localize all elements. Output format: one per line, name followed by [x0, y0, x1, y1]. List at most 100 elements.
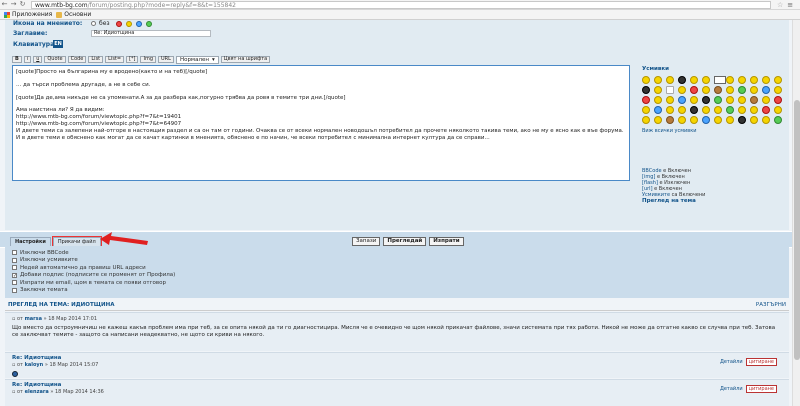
checkbox[interactable]	[12, 257, 17, 263]
smiley-icon[interactable]	[726, 96, 734, 104]
smiley-icon[interactable]	[654, 116, 662, 124]
icon-option-2[interactable]	[125, 20, 132, 27]
font-color-button[interactable]: Цвят на шрифта	[220, 56, 271, 63]
smiley-icon[interactable]	[690, 86, 698, 94]
smiley-icon[interactable]	[750, 116, 758, 124]
smiley-icon[interactable]	[714, 96, 722, 104]
subject-input[interactable]: Re: Идиотщина	[91, 30, 211, 37]
list-item-button[interactable]: [*]	[126, 56, 139, 63]
smiley-icon[interactable]	[762, 96, 770, 104]
smiley-icon[interactable]	[750, 76, 758, 84]
font-size-select[interactable]: Нормален ▾	[175, 56, 219, 64]
smiley-icon[interactable]	[642, 86, 650, 94]
option-row[interactable]: Недей автоматично да правиш URL адреси	[12, 264, 782, 272]
smiley-icon[interactable]	[738, 86, 746, 94]
bold-button[interactable]: B	[12, 56, 22, 63]
option-row[interactable]: Заключи темата	[12, 287, 782, 295]
smiley-icon[interactable]	[678, 116, 686, 124]
img-button[interactable]: Img	[140, 56, 157, 63]
url-button[interactable]: URL	[158, 56, 174, 63]
smiley-icon[interactable]	[690, 96, 698, 104]
scrollbar-thumb[interactable]	[794, 100, 800, 360]
code-button[interactable]: Code	[67, 56, 87, 63]
smiley-icon[interactable]	[678, 86, 686, 94]
smiley-icon[interactable]	[774, 86, 782, 94]
smiley-icon[interactable]	[654, 86, 662, 94]
smiley-icon[interactable]	[714, 116, 722, 124]
option-row[interactable]: Изпрати ми email, щом в темата се появи …	[12, 279, 782, 287]
smiley-icon[interactable]	[762, 76, 770, 84]
page-scrollbar[interactable]	[792, 20, 800, 406]
preview-button[interactable]: Прегледай	[383, 237, 427, 246]
quote-post-button[interactable]: цитиране	[745, 385, 777, 393]
quote-post-button[interactable]: цитиране	[745, 358, 777, 366]
smiley-icon[interactable]	[750, 86, 758, 94]
checkbox[interactable]	[12, 287, 17, 293]
smiley-icon[interactable]	[738, 116, 746, 124]
message-textarea[interactable]: [quote]Просто на българина му е вродено(…	[12, 65, 630, 181]
smiley-sign-icon[interactable]	[714, 76, 726, 84]
icon-option-3[interactable]	[135, 20, 142, 27]
smiley-icon[interactable]	[714, 86, 722, 94]
smiley-icon[interactable]	[774, 96, 782, 104]
checkbox-checked[interactable]: ✓	[12, 272, 17, 278]
option-row[interactable]: Изключи BBCode	[12, 249, 782, 257]
smiley-icon[interactable]	[642, 106, 650, 114]
smiley-icon[interactable]	[762, 86, 770, 94]
smiley-icon[interactable]	[726, 76, 734, 84]
smiley-icon[interactable]	[666, 116, 674, 124]
bookmark-star-icon[interactable]: ☆	[777, 1, 783, 9]
smiley-icon[interactable]	[666, 76, 674, 84]
preview-topic-link[interactable]: Преглед на тема	[642, 198, 696, 204]
expand-review-link[interactable]: РАЗГЪРНИ	[756, 302, 786, 310]
smiley-icon[interactable]	[666, 86, 674, 94]
option-row[interactable]: Изключи усмивките	[12, 257, 782, 265]
smiley-icon[interactable]	[738, 106, 746, 114]
smiley-icon[interactable]	[654, 106, 662, 114]
save-draft-button[interactable]: Запази	[352, 237, 381, 246]
tab-attach-file[interactable]: Прикачи файл	[51, 236, 102, 247]
details-link[interactable]: Детайли	[720, 386, 743, 392]
smiley-icon[interactable]	[690, 106, 698, 114]
smiley-icon[interactable]	[726, 86, 734, 94]
url-input[interactable]: www.mtb-bg.com/forum/posting.php?mode=re…	[31, 0, 771, 9]
underline-button[interactable]: u	[33, 56, 43, 63]
checkbox[interactable]	[12, 265, 17, 271]
icon-radio[interactable]	[91, 21, 96, 26]
post-author[interactable]: marsa	[25, 316, 42, 322]
smiley-icon[interactable]	[702, 86, 710, 94]
forward-icon[interactable]: →	[9, 0, 18, 9]
tab-settings[interactable]: Настройки	[10, 237, 51, 246]
smiley-icon[interactable]	[666, 106, 674, 114]
icon-option-4[interactable]	[145, 20, 152, 27]
list-button[interactable]: List	[88, 56, 104, 63]
post-author[interactable]: kaloyn	[25, 362, 44, 368]
checkbox[interactable]	[12, 250, 17, 256]
smiley-icon[interactable]	[702, 76, 710, 84]
details-link[interactable]: Детайли	[720, 359, 743, 365]
smiley-icon[interactable]	[738, 76, 746, 84]
reload-icon[interactable]: ↻	[18, 0, 27, 9]
smiley-icon[interactable]	[678, 96, 686, 104]
smiley-icon[interactable]	[678, 76, 686, 84]
smiley-icon[interactable]	[654, 76, 662, 84]
post-author[interactable]: elenzara	[25, 389, 49, 395]
smiley-icon[interactable]	[750, 106, 758, 114]
keyboard-layout-button[interactable]: EN	[53, 40, 63, 48]
smiley-icon[interactable]	[666, 96, 674, 104]
smiley-icon[interactable]	[678, 106, 686, 114]
quote-button[interactable]: Quote	[44, 56, 66, 63]
smiley-icon[interactable]	[774, 116, 782, 124]
smiley-icon[interactable]	[642, 116, 650, 124]
submit-button[interactable]: Изпрати	[429, 237, 464, 246]
smiley-icon[interactable]	[762, 116, 770, 124]
smiley-icon[interactable]	[654, 96, 662, 104]
option-row[interactable]: ✓ Добави подпис (подписите се променят от…	[12, 272, 782, 280]
back-icon[interactable]: ←	[0, 0, 9, 9]
smiley-icon[interactable]	[702, 106, 710, 114]
menu-icon[interactable]: ≡	[787, 1, 793, 9]
smiley-icon[interactable]	[690, 116, 698, 124]
smiley-icon[interactable]	[750, 96, 758, 104]
smiley-icon[interactable]	[774, 76, 782, 84]
smiley-icon[interactable]	[762, 106, 770, 114]
